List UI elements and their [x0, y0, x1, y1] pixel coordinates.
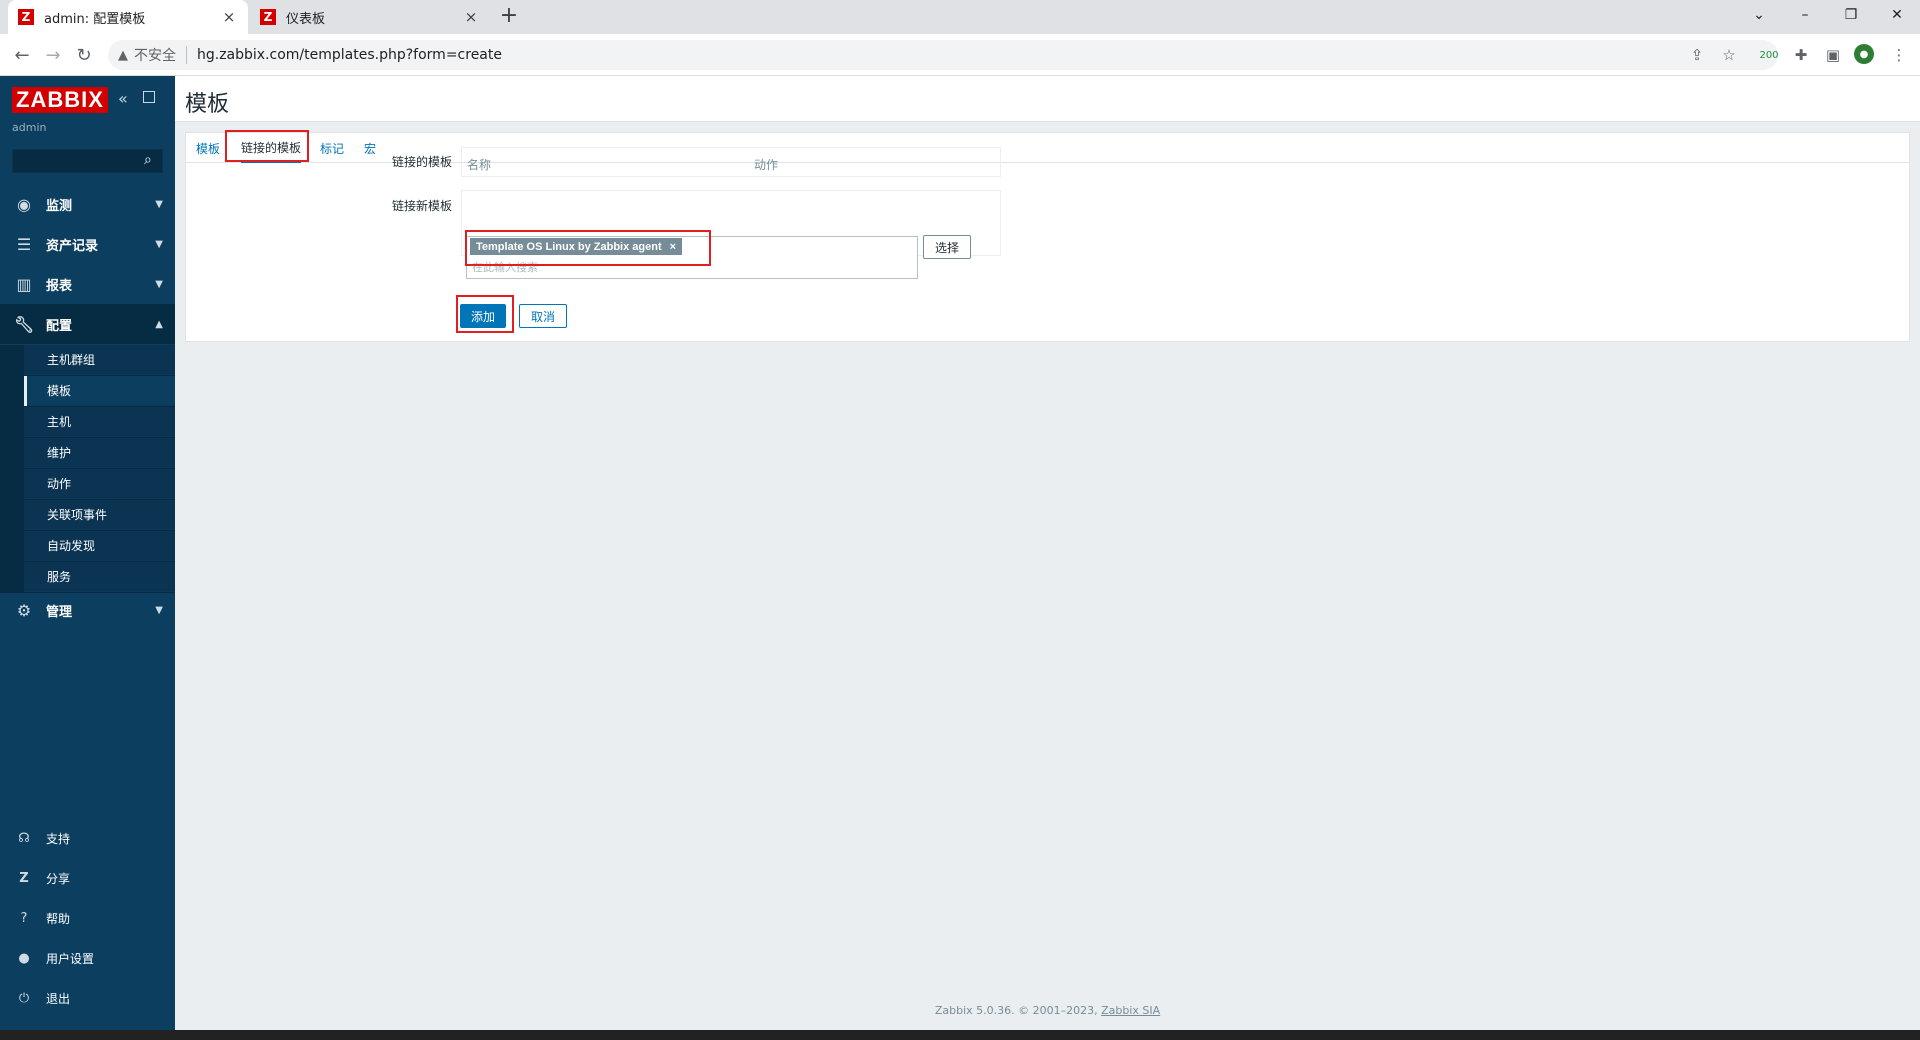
security-label[interactable]: 不安全: [134, 45, 176, 65]
browser-toolbar: ← → ↻ ▲ 不安全 hg.zabbix.com/templates.php?…: [0, 34, 1920, 76]
os-taskbar: [0, 1030, 1920, 1040]
bottom-help[interactable]: ? 帮助: [0, 900, 175, 936]
back-icon[interactable]: ←: [8, 41, 36, 69]
menu-reports[interactable]: ▥ 报表 ▼: [0, 264, 175, 304]
bottom-label: 支持: [46, 831, 71, 846]
menu-configuration[interactable]: 🔧︎ 配置 ▲: [0, 304, 175, 344]
highlight-box: [465, 230, 711, 266]
share-icon: Z: [19, 870, 29, 886]
link-new-templates-label: 链接新模板: [391, 199, 452, 213]
eye-icon: ◉: [17, 194, 31, 214]
tab-template[interactable]: 模板: [196, 133, 220, 163]
forward-icon[interactable]: →: [39, 41, 67, 69]
close-tab-icon[interactable]: ×: [220, 8, 238, 26]
bookmark-star-icon[interactable]: ☆: [1718, 44, 1740, 66]
kiosk-mode-icon[interactable]: [143, 91, 155, 103]
tab-title: 仪表板: [286, 11, 326, 27]
menu-kebab-icon[interactable]: ⋮: [1888, 44, 1910, 66]
linked-templates-table: 名称 动作: [461, 147, 1001, 177]
select-button[interactable]: 选择: [923, 235, 971, 259]
sidebar: ZABBIX « admin ⌕ ◉ 监测 ▼ ☰ 资产记录 ▼ ▥ 报表 ▼ …: [0, 76, 175, 1030]
chevron-down-icon: ▼: [155, 278, 163, 290]
bottom-sign-out[interactable]: ⏻ 退出: [0, 980, 175, 1016]
menu-administration[interactable]: ⚙ 管理 ▼: [0, 590, 175, 630]
submenu-maintenance[interactable]: 维护: [24, 438, 175, 468]
submenu-services[interactable]: 服务: [24, 562, 175, 592]
profile-avatar[interactable]: ●: [1854, 44, 1874, 64]
bottom-support[interactable]: ☊ 支持: [0, 820, 175, 856]
power-icon: ⏻: [18, 990, 30, 1006]
chevron-down-icon: ▼: [155, 198, 163, 210]
bottom-label: 用户设置: [46, 951, 95, 966]
gear-icon: ⚙: [16, 600, 32, 620]
menu-label: 管理: [46, 604, 73, 620]
menu-label: 监测: [46, 198, 73, 214]
submenu-hosts[interactable]: 主机: [24, 407, 175, 437]
chevron-up-icon: ▲: [155, 318, 163, 330]
headset-icon: ☊: [18, 830, 30, 846]
column-header-action: 动作: [754, 158, 779, 172]
menu-label: 资产记录: [46, 238, 99, 254]
chart-icon: ▥: [16, 274, 32, 294]
submenu-templates[interactable]: 模板: [24, 376, 175, 406]
submenu-event-correlation[interactable]: 关联项事件: [24, 500, 175, 530]
tab-search-icon[interactable]: ⌄: [1736, 0, 1782, 30]
submenu-actions[interactable]: 动作: [24, 469, 175, 499]
close-window-icon[interactable]: ✕: [1874, 0, 1920, 30]
bottom-label: 分享: [46, 871, 71, 886]
highlight-box: [225, 130, 309, 162]
tab-title: admin: 配置模板: [44, 11, 146, 27]
help-icon: ?: [20, 910, 28, 926]
search-icon[interactable]: ⌕: [144, 152, 152, 168]
extension-badge[interactable]: 200: [1758, 44, 1780, 66]
new-tab-button[interactable]: +: [497, 5, 521, 29]
close-tab-icon[interactable]: ×: [462, 8, 480, 26]
url-text[interactable]: hg.zabbix.com/templates.php?form=create: [197, 47, 502, 63]
highlight-box: [456, 295, 514, 333]
linked-templates-label: 链接的模板: [391, 155, 452, 169]
cancel-button[interactable]: 取消: [519, 304, 567, 328]
footer-text: Zabbix 5.0.36. © 2001–2023,: [934, 1004, 1102, 1017]
page-header: 模板: [175, 76, 1920, 122]
extensions-puzzle-icon[interactable]: ✚: [1790, 44, 1812, 66]
menu-label: 配置: [46, 318, 73, 334]
chevron-down-icon: ▼: [155, 604, 163, 616]
zabbix-favicon-icon: Z: [260, 9, 276, 25]
footer-link[interactable]: Zabbix SIA: [1101, 1004, 1160, 1017]
bottom-label: 帮助: [46, 911, 71, 926]
user-icon: ●: [18, 950, 30, 966]
bottom-user-settings[interactable]: ● 用户设置: [0, 940, 175, 976]
browser-tab-admin[interactable]: Z admin: 配置模板 ×: [8, 0, 248, 34]
menu-inventory[interactable]: ☰ 资产记录 ▼: [0, 224, 175, 264]
footer: Zabbix 5.0.36. © 2001–2023, Zabbix SIA: [175, 1004, 1920, 1017]
bottom-label: 退出: [46, 991, 71, 1006]
browser-tabstrip: Z admin: 配置模板 × Z 仪表板 × + ⌄ – ❐ ✕: [0, 0, 1920, 34]
submenu-discovery[interactable]: 自动发现: [24, 531, 175, 561]
divider: [186, 46, 187, 64]
zabbix-logo[interactable]: ZABBIX: [12, 87, 108, 113]
bottom-share[interactable]: Z 分享: [0, 860, 175, 896]
menu-monitoring[interactable]: ◉ 监测 ▼: [0, 184, 175, 224]
minimize-icon[interactable]: –: [1782, 0, 1828, 30]
wrench-icon: 🔧︎: [13, 314, 35, 334]
chevron-down-icon: ▼: [155, 238, 163, 250]
share-page-icon[interactable]: ⇪: [1686, 44, 1708, 66]
sidebar-search-input[interactable]: [12, 149, 163, 173]
template-form: 模板 链接的模板 标记 宏 链接的模板 名称 动作 链接新模板: [185, 130, 1910, 342]
side-panel-icon[interactable]: ▣: [1822, 44, 1844, 66]
submenu-host-groups[interactable]: 主机群组: [24, 345, 175, 375]
page-title: 模板: [185, 92, 230, 117]
list-icon: ☰: [16, 234, 32, 254]
reload-icon[interactable]: ↻: [70, 41, 98, 69]
address-bar[interactable]: ▲ 不安全 hg.zabbix.com/templates.php?form=c…: [108, 40, 1778, 70]
zabbix-favicon-icon: Z: [18, 9, 34, 25]
user-name: admin: [12, 121, 47, 134]
restore-icon[interactable]: ❐: [1828, 0, 1874, 30]
browser-tab-dashboard[interactable]: Z 仪表板 ×: [250, 0, 490, 34]
configuration-submenu: 主机群组 模板 主机 维护 动作 关联项事件 自动发现 服务: [0, 345, 175, 593]
collapse-sidebar-icon[interactable]: «: [118, 89, 128, 108]
menu-label: 报表: [46, 278, 73, 294]
column-header-name: 名称: [467, 158, 492, 172]
warning-icon[interactable]: ▲: [118, 48, 128, 63]
